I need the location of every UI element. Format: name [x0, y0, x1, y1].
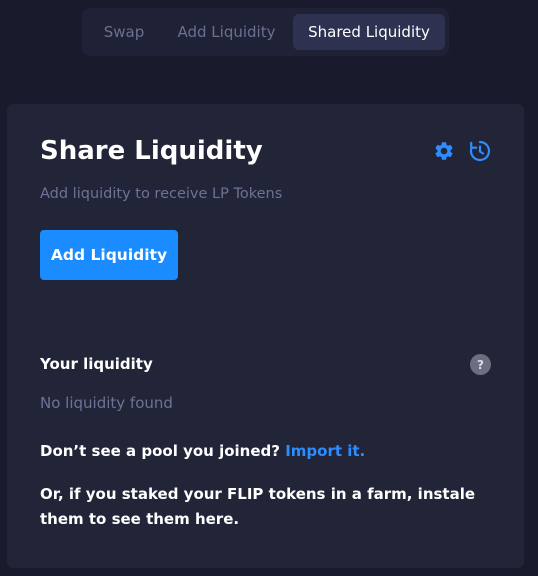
your-liquidity-heading: Your liquidity [40, 355, 153, 373]
gear-icon[interactable] [433, 140, 455, 162]
history-icon[interactable] [468, 139, 492, 163]
card-subtitle: Add liquidity to receive LP Tokens [40, 186, 283, 202]
add-liquidity-button[interactable]: Add Liquidity [40, 230, 178, 280]
import-prompt-text: Don’t see a pool you joined? [40, 442, 280, 460]
tab-shared-liquidity[interactable]: Shared Liquidity [293, 14, 445, 50]
tab-add-liquidity[interactable]: Add Liquidity [166, 14, 287, 50]
staked-note: Or, if you staked your FLIP tokens in a … [40, 485, 476, 528]
tab-swap[interactable]: Swap [88, 14, 160, 50]
page-title: Share Liquidity [40, 136, 263, 166]
import-link[interactable]: Import it. [285, 442, 365, 460]
empty-liquidity-text: No liquidity found [40, 394, 173, 412]
help-icon[interactable]: ? [470, 354, 491, 375]
liquidity-card: Share Liquidity Add liquidity to receive… [7, 104, 524, 568]
import-prompt: Don’t see a pool you joined? Import it. [40, 442, 365, 460]
tab-bar: Swap Add Liquidity Shared Liquidity [82, 8, 449, 56]
